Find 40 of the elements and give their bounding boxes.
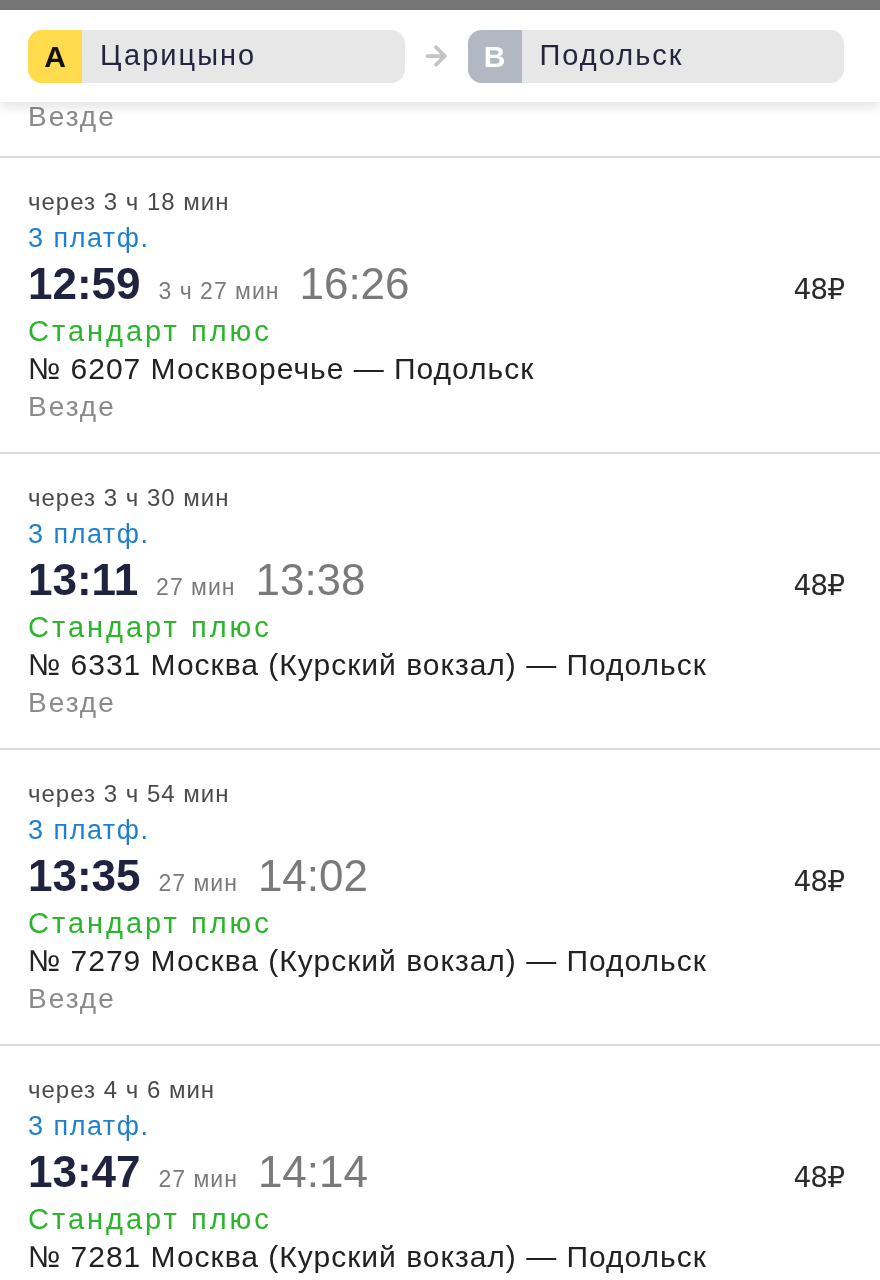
duration-text: 27 мин: [158, 1165, 238, 1194]
departs-in-text: через 3 ч 54 мин: [28, 779, 230, 809]
arrival-time: 16:26: [299, 258, 410, 310]
platform-text: 3 платф.: [28, 814, 150, 847]
train-route-text: № 6331 Москва (Курский вокзал) — Подольск: [28, 647, 707, 683]
tariff-text: Стандарт плюс: [28, 610, 272, 645]
platform-text: 3 платф.: [28, 1110, 150, 1143]
price-text: 48₽: [793, 272, 844, 308]
train-route-text: № 7281 Москва (Курский вокзал) — Подольск: [28, 1239, 707, 1275]
train-route-text: № 6207 Москворечье — Подольск: [28, 351, 535, 387]
price-text: 48₽: [793, 1160, 844, 1196]
route-point-marker: A: [28, 29, 82, 83]
arrival-time: 14:14: [257, 1146, 368, 1198]
station-field[interactable]: A Царицыно: [28, 29, 405, 83]
stops-text: Везде: [28, 102, 116, 132]
duration-text: 27 мин: [158, 869, 238, 898]
duration-text: 3 ч 27 мин: [158, 277, 280, 306]
platform-text: 3 платф.: [28, 222, 150, 255]
departure-time: 12:59: [28, 258, 141, 310]
train-route-text: № 7279 Москва (Курский вокзал) — Подольск: [28, 943, 707, 979]
route-point-marker: B: [467, 29, 522, 83]
station-field[interactable]: B Подольск: [467, 29, 844, 83]
tariff-text: Стандарт плюс: [28, 314, 272, 349]
stops-text: Везде: [28, 686, 116, 720]
stops-text: Везде: [28, 390, 116, 424]
duration-text: 27 мин: [156, 573, 236, 602]
departs-in-text: через 4 ч 6 мин: [28, 1075, 216, 1105]
platform-text: 3 платф.: [28, 518, 150, 551]
tariff-text: Стандарт плюс: [28, 1202, 272, 1237]
price-text: 48₽: [793, 864, 844, 900]
departure-time: 13:35: [28, 850, 141, 902]
arrival-time: 14:02: [257, 850, 368, 902]
departs-in-text: через 3 ч 30 мин: [28, 483, 230, 513]
price-text: 48₽: [793, 568, 844, 604]
departure-time: 13:47: [28, 1146, 141, 1198]
stops-text: Везде: [28, 982, 116, 1016]
arrival-time: 13:38: [255, 554, 366, 606]
tariff-text: Стандарт плюс: [28, 906, 272, 941]
departure-time: 13:11: [28, 554, 139, 606]
departs-in-text: через 3 ч 18 мин: [28, 187, 230, 217]
